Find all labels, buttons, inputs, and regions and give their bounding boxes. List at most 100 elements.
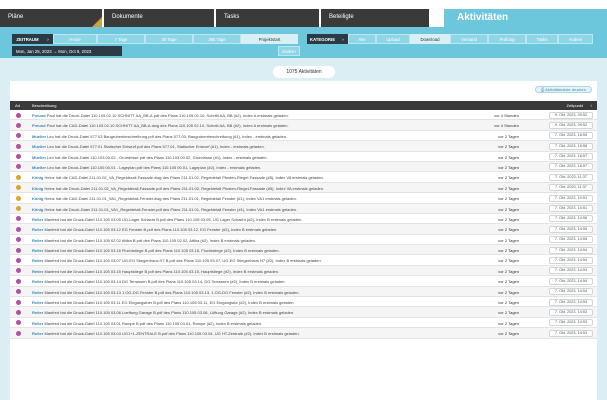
tab-dokumente[interactable]: Dokumente: [104, 9, 214, 27]
table-row[interactable]: Mueller Leo hat die Druck-Datei 577.03 B…: [10, 131, 597, 142]
row-user[interactable]: Freund: [32, 123, 46, 128]
row-timestamp: 7. Okt. 2023, 14:53: [549, 308, 593, 316]
category-andere[interactable]: Andere: [558, 34, 593, 44]
row-user[interactable]: Reiter: [32, 248, 43, 253]
table-row[interactable]: Reiter Manfred hat die Druck-Datei 110.1…: [10, 214, 597, 225]
table-row[interactable]: Reiter Manfred hat die Druck-Datei 110.1…: [10, 328, 597, 339]
col-art[interactable]: Art: [15, 103, 20, 108]
row-text: Manfred hat die Druck-Datei 110.105 03.1…: [43, 268, 280, 274]
table-row[interactable]: Reiter Manfred hat die Druck-Datei 110.1…: [10, 297, 597, 308]
tab-aktivitaeten-label: Aktivitäten: [457, 12, 509, 23]
print-activities-button[interactable]: ⎙ Aktivitätenliste drucken: [534, 86, 592, 93]
row-relative-time: vor 2 Tagen: [498, 206, 519, 212]
row-user[interactable]: Mueller: [32, 134, 46, 139]
table-row[interactable]: König Heinz hat die Druck-Datei 211.01.0…: [10, 203, 597, 214]
row-user[interactable]: Reiter: [32, 279, 43, 284]
row-user[interactable]: König: [32, 196, 43, 201]
table-row[interactable]: Reiter Manfred hat die Druck-Datei 110.1…: [10, 286, 597, 298]
col-beschreibung[interactable]: Beschreibung: [32, 103, 56, 108]
change-range-button[interactable]: ändern: [278, 46, 300, 56]
time-option-7-tage[interactable]: 7 Tage: [97, 34, 145, 44]
category-tasks[interactable]: Tasks: [526, 34, 558, 44]
date-range[interactable]: Mon, Jan 25, 2023 → Mon, Oct 9, 2023: [12, 46, 122, 56]
row-user[interactable]: Reiter: [32, 310, 43, 315]
row-timestamp: 9. Okt. 2023, 09:52: [549, 111, 593, 119]
table-row[interactable]: Reiter Manfred hat die Druck-Datei 110.1…: [10, 307, 597, 318]
table-row[interactable]: Mueller Leo hat die Druck-Datei 577.01 S…: [10, 141, 597, 152]
download-icon: [16, 112, 21, 118]
zeitraum-label: ZEITRAUM: [12, 34, 43, 44]
row-user[interactable]: Reiter: [32, 269, 43, 274]
row-user[interactable]: Reiter: [32, 217, 43, 222]
table-row[interactable]: Reiter Manfred hat die Druck-Datei 110.1…: [10, 235, 597, 246]
table-row[interactable]: König Heinz hat die CAD-Datei 211.01.01_…: [10, 193, 597, 204]
table-row[interactable]: Mueller Leo hat die Druck-Datei 110.103 …: [10, 152, 597, 162]
row-timestamp: 7. Okt. 2023, 16:57: [549, 163, 593, 171]
row-user[interactable]: König: [32, 175, 43, 180]
download-icon: [16, 320, 21, 326]
table-row[interactable]: Freund Paul hat die Druck-Datei 110.105 …: [10, 110, 597, 121]
download-icon: [16, 143, 21, 149]
table-row[interactable]: König Heinz hat die CAD-Datei 211.01.02_…: [10, 172, 597, 183]
row-timestamp: 7. Okt. 2023, 14:54: [549, 246, 593, 254]
row-user[interactable]: Mueller: [32, 165, 46, 170]
table-row[interactable]: König Heinz hat die Druck-Datei 211.01.0…: [10, 182, 597, 194]
row-timestamp: 7. Okt. 2023, 10:51: [549, 194, 593, 202]
download-icon: [16, 299, 21, 305]
row-relative-time: vor 2 Tagen: [498, 331, 519, 337]
category-versand[interactable]: Versand: [450, 34, 488, 44]
time-option-365-tage[interactable]: 365 Tage: [193, 34, 241, 44]
tab-aktivitaeten[interactable]: Aktivitäten: [444, 9, 607, 27]
download-icon: [16, 247, 21, 253]
download-icon: [16, 195, 21, 201]
category-pruefung[interactable]: Prüfung: [488, 34, 526, 44]
download-icon: [16, 154, 21, 160]
row-user[interactable]: Mueller: [32, 155, 46, 160]
time-option-heute[interactable]: Heute: [53, 34, 97, 44]
row-user[interactable]: Reiter: [32, 300, 43, 305]
table-row[interactable]: Reiter Manfred hat die Druck-Datei 110.1…: [10, 276, 597, 287]
tab-tasks[interactable]: Tasks: [216, 9, 319, 27]
row-text: Paul hat die CAD-Datei 110.105 02.10 SCH…: [45, 123, 289, 129]
tab-plaene-label: Pläne: [8, 14, 24, 20]
row-user[interactable]: Reiter: [32, 321, 43, 326]
row-user[interactable]: Reiter: [32, 238, 43, 243]
row-relative-time: vor 4 Stunden: [494, 113, 519, 118]
row-user[interactable]: Reiter: [32, 290, 43, 295]
row-description: Reiter Manfred hat die Druck-Datei 110.1…: [32, 217, 302, 222]
row-user[interactable]: Reiter: [32, 331, 43, 336]
table-row[interactable]: Mueller Leo hat die Druck-Datei 110.105 …: [10, 161, 597, 173]
top-navigation: Pläne Dokumente Tasks Beteiligte Aktivit…: [0, 0, 607, 27]
tab-beteiligte[interactable]: Beteiligte: [321, 9, 429, 27]
table-row[interactable]: Reiter Manfred hat die Druck-Datei 110.1…: [10, 318, 597, 329]
download-icon: [16, 164, 21, 170]
row-user[interactable]: König: [32, 207, 43, 212]
row-user[interactable]: Mueller: [32, 144, 46, 149]
tab-plaene[interactable]: Pläne: [0, 9, 102, 27]
time-option-projektstart[interactable]: Projektstart: [241, 34, 298, 44]
table-row[interactable]: Reiter Manfred hat die Druck-Datei 110.1…: [10, 255, 597, 266]
row-description: Reiter Manfred hat die Druck-Datei 110.1…: [32, 290, 300, 295]
row-user[interactable]: Freund: [32, 113, 46, 118]
row-relative-time: vor 2 Tagen: [498, 320, 519, 326]
row-timestamp: 7. Okt. 2023, 11:37: [549, 173, 593, 181]
table-row[interactable]: Reiter Manfred hat die Druck-Datei 110.1…: [10, 265, 597, 277]
download-icon: [16, 133, 21, 139]
download-icon: [16, 226, 21, 232]
category-alle[interactable]: Alle: [348, 34, 376, 44]
row-user[interactable]: Reiter: [32, 258, 43, 263]
category-upload[interactable]: Upload: [376, 34, 410, 44]
time-option-30-tage[interactable]: 30 Tage: [145, 34, 193, 44]
category-download[interactable]: Download: [410, 34, 450, 44]
row-timestamp: 7. Okt. 2023, 16:58: [549, 142, 593, 150]
kategorie-chevron-icon: ›: [338, 34, 348, 44]
table-row[interactable]: Freund Paul hat die CAD-Datei 110.105 02…: [10, 120, 597, 131]
table-row[interactable]: Reiter Manfred hat die Druck-Datei 110.1…: [10, 245, 597, 256]
sort-icon[interactable]: ↕: [590, 103, 592, 108]
download-icon: [16, 237, 21, 243]
row-text: Heinz hat die CAD-Datei 211.01.02_VA_Reg…: [43, 175, 324, 181]
col-zeitpunkt[interactable]: Zeitpunkt: [567, 103, 583, 108]
table-row[interactable]: Reiter Manfred hat die Druck-Datei 110.1…: [10, 224, 597, 235]
row-user[interactable]: Reiter: [32, 227, 43, 232]
row-user[interactable]: König: [32, 186, 43, 191]
